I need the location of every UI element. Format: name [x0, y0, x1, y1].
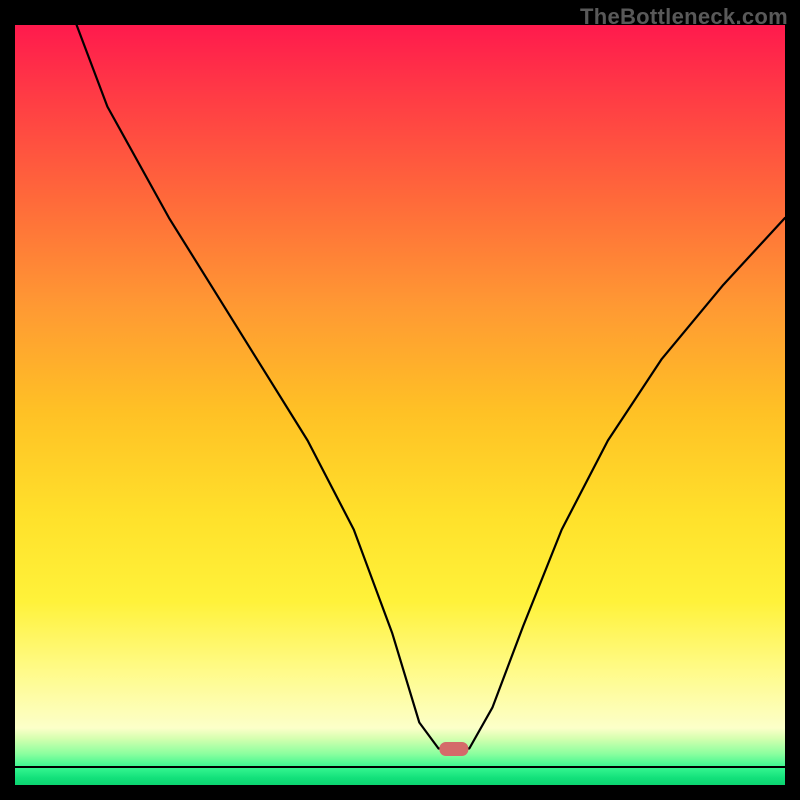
- chart-svg: [15, 25, 785, 785]
- watermark-text: TheBottleneck.com: [580, 4, 788, 30]
- plot-area: [15, 25, 785, 785]
- bottleneck-curve: [77, 25, 785, 749]
- minimum-marker: [440, 743, 468, 756]
- chart-frame: TheBottleneck.com: [0, 0, 800, 800]
